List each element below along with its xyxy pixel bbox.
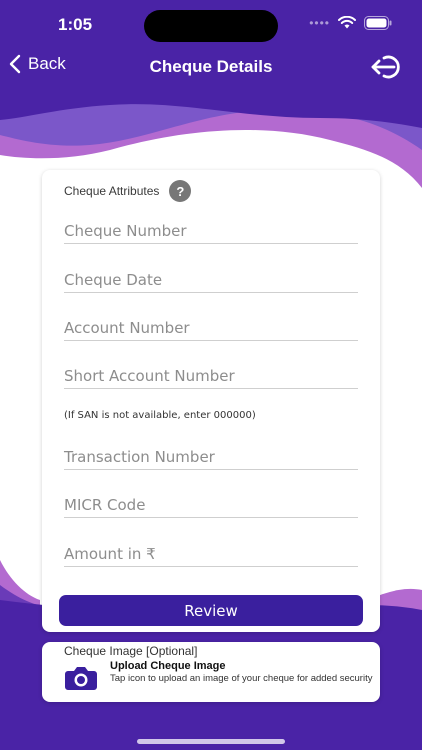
cheque-attributes-label: Cheque Attributes (64, 184, 160, 198)
status-icons: •••• (309, 16, 392, 30)
upload-description: Tap icon to upload an image of your cheq… (110, 673, 373, 684)
review-button[interactable]: Review (59, 595, 363, 626)
camera-icon[interactable] (64, 665, 98, 691)
logout-button[interactable] (370, 52, 408, 87)
upload-cheque-image-title[interactable]: Upload Cheque Image (110, 660, 226, 672)
navigation-bar: Back Cheque Details (0, 48, 422, 86)
micr-code-placeholder: MICR Code (64, 496, 146, 514)
question-mark-icon[interactable]: ? (169, 180, 192, 202)
micr-code-field[interactable]: MICR Code (64, 490, 358, 518)
transaction-number-placeholder: Transaction Number (64, 448, 215, 466)
cheque-image-label: Cheque Image [Optional] (64, 644, 198, 658)
status-time: 1:05 (58, 15, 93, 34)
cheque-number-field[interactable]: Cheque Number (64, 216, 358, 244)
battery-icon (364, 16, 392, 30)
cheque-number-placeholder: Cheque Number (64, 222, 187, 240)
short-account-number-field[interactable]: Short Account Number (64, 361, 358, 389)
amount-placeholder: Amount in ₹ (64, 545, 156, 563)
short-account-number-placeholder: Short Account Number (64, 367, 235, 385)
cheque-date-field[interactable]: Cheque Date (64, 265, 358, 293)
san-hint: (If SAN is not available, enter 000000) (64, 410, 256, 421)
cheque-image-card: Cheque Image [Optional] Upload Cheque Im… (42, 642, 380, 702)
home-indicator (137, 739, 285, 744)
account-number-placeholder: Account Number (64, 319, 190, 337)
account-number-field[interactable]: Account Number (64, 313, 358, 341)
wifi-icon (338, 16, 356, 29)
page-title: Cheque Details (149, 57, 273, 76)
amount-field[interactable]: Amount in ₹ (64, 539, 358, 567)
transaction-number-field[interactable]: Transaction Number (64, 442, 358, 470)
logout-icon (371, 55, 400, 79)
cheque-attributes-card: Cheque Attributes ? Cheque Number Cheque… (42, 170, 380, 632)
status-bar: 1:05 •••• (0, 0, 422, 50)
dynamic-island (144, 10, 278, 42)
card-header: Cheque Attributes ? (64, 180, 192, 202)
signal-icon: •••• (309, 16, 330, 30)
cheque-date-placeholder: Cheque Date (64, 271, 163, 289)
